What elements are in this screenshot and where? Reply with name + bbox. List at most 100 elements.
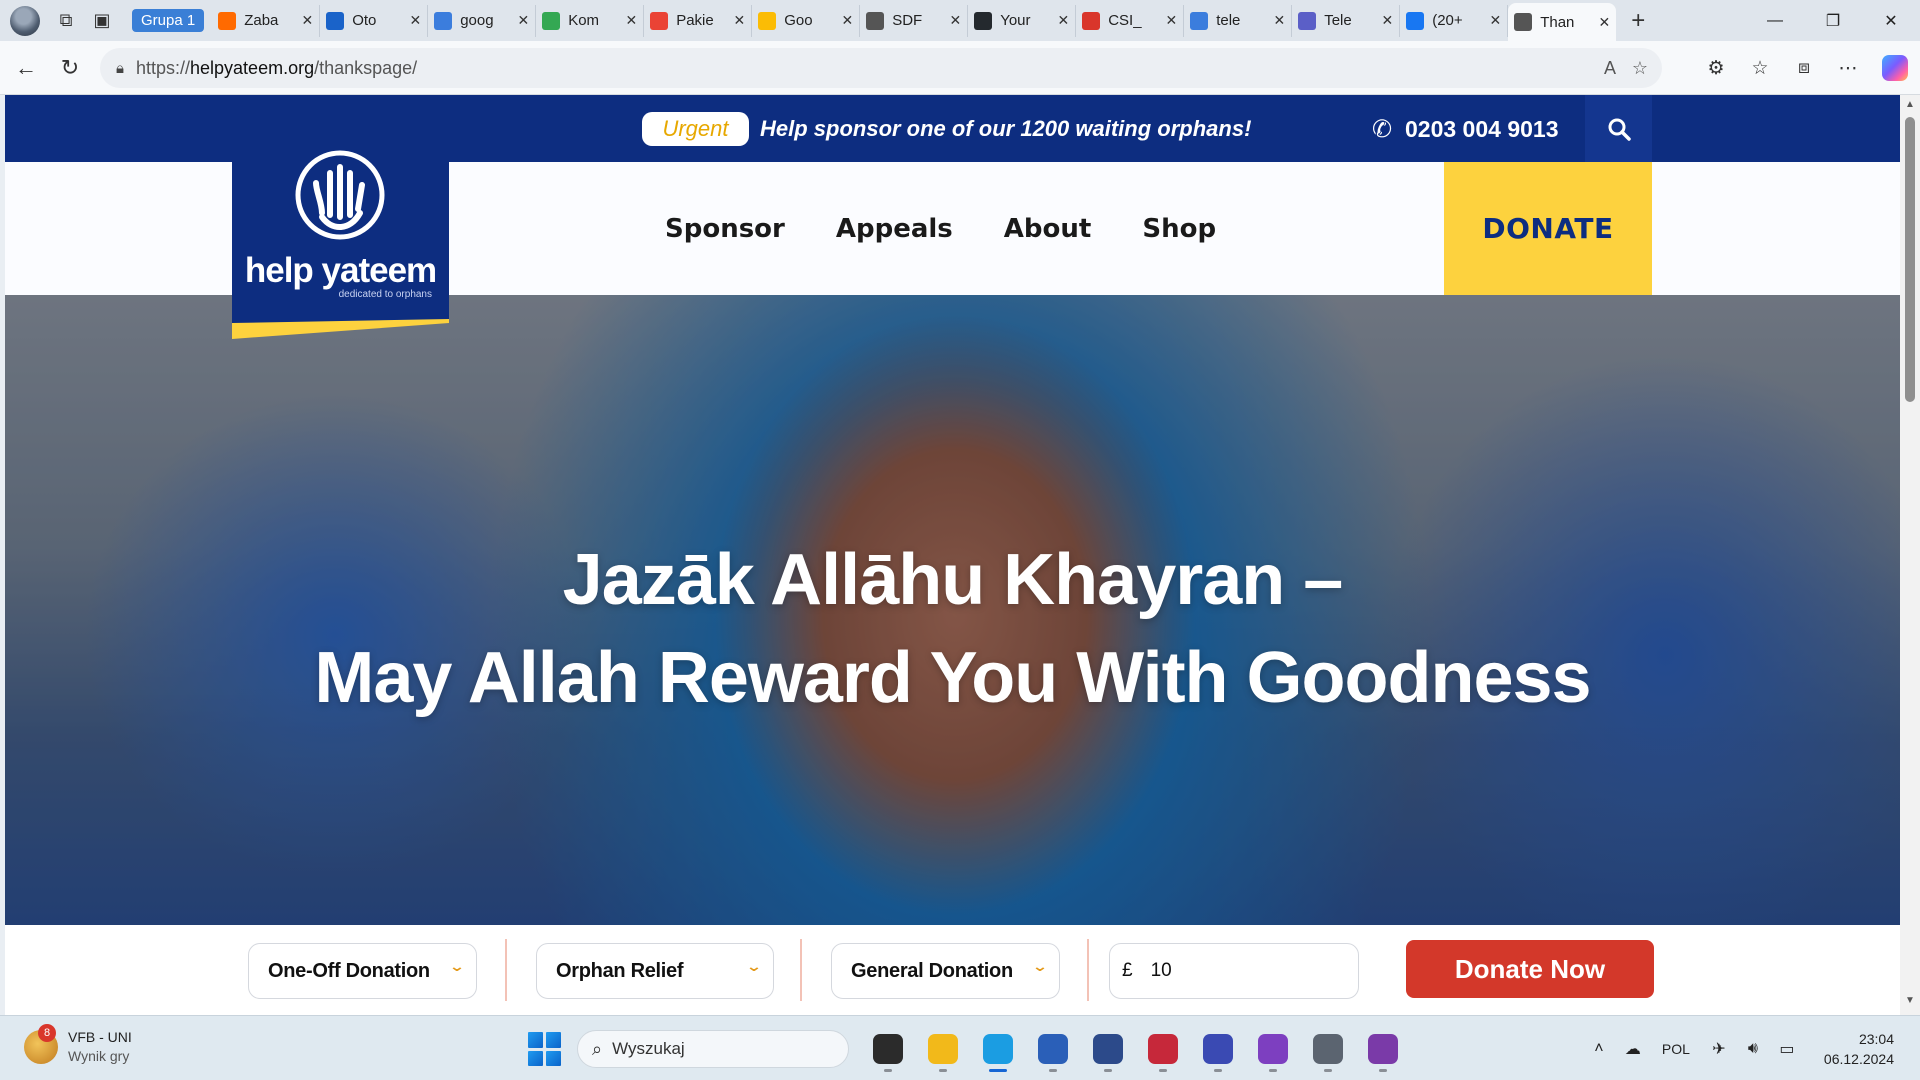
browser-tab[interactable]: Than ✕ xyxy=(1508,3,1617,41)
copilot-icon[interactable] xyxy=(1882,55,1908,81)
language-indicator[interactable]: POL xyxy=(1662,1041,1690,1057)
profile-avatar[interactable] xyxy=(10,5,40,36)
close-tab-icon[interactable]: ✕ xyxy=(517,12,529,29)
globe-icon xyxy=(1514,13,1533,31)
browser-tools: ⚙ ☆ ⧈ ⋯ xyxy=(1694,41,1920,95)
browser-tab[interactable]: (20+ ✕ xyxy=(1400,4,1509,37)
extensions-icon[interactable]: ⚙ xyxy=(1694,46,1738,90)
new-tab-button[interactable]: + xyxy=(1620,3,1656,39)
widgets-button[interactable]: 8 VFB - UNI Wynik gry xyxy=(24,1024,132,1066)
donation-type-select[interactable]: General Donation ⌄ xyxy=(831,943,1060,999)
running-indicator xyxy=(1214,1069,1222,1072)
widget-text: VFB - UNI Wynik gry xyxy=(68,1028,132,1066)
scroll-down-arrow-icon[interactable]: ▼ xyxy=(1900,995,1920,1011)
virtualbox-icon[interactable] xyxy=(1080,1026,1135,1072)
onedrive-cloud-icon[interactable]: ☁ xyxy=(1616,1032,1650,1066)
nav-sponsor[interactable]: Sponsor xyxy=(665,214,785,244)
tab-strip: Zaba ✕ Oto ✕ goog ✕ Kom ✕ Pakie ✕ Goo ✕ SDF ✕ Your ✕ CSI… xyxy=(212,0,1617,41)
file-explorer-icon[interactable] xyxy=(915,1026,970,1072)
favorites-icon[interactable]: ☆ xyxy=(1738,46,1782,90)
browser-tab[interactable]: Goo ✕ xyxy=(752,4,861,37)
close-tab-icon[interactable]: ✕ xyxy=(841,12,853,29)
nav-about[interactable]: About xyxy=(1004,214,1092,244)
donate-header-button[interactable]: DONATE xyxy=(1444,162,1652,295)
app-red-icon[interactable] xyxy=(1135,1026,1190,1072)
clock[interactable]: 23:04 06.12.2024 xyxy=(1824,1029,1894,1069)
divider xyxy=(800,939,802,1001)
refresh-icon[interactable]: ↻ xyxy=(48,46,92,90)
donate-now-button[interactable]: Donate Now xyxy=(1406,940,1654,998)
save-disk-icon[interactable] xyxy=(1190,1026,1245,1072)
phone-number[interactable]: 0203 004 9013 xyxy=(1405,112,1559,146)
collections-icon[interactable]: ⧈ xyxy=(1782,46,1826,90)
task-view-icon[interactable] xyxy=(860,1026,915,1072)
close-tab-icon[interactable]: ✕ xyxy=(1165,12,1177,29)
amount-value[interactable]: 10 xyxy=(1151,960,1172,982)
airplane-mode-icon[interactable]: ✈ xyxy=(1702,1032,1736,1066)
nav-shop[interactable]: Shop xyxy=(1142,214,1216,244)
close-tab-icon[interactable]: ✕ xyxy=(949,12,961,29)
minimize-button[interactable]: — xyxy=(1746,0,1804,41)
browser-tab[interactable]: Tele ✕ xyxy=(1292,4,1401,37)
close-tab-icon[interactable]: ✕ xyxy=(1381,12,1393,29)
clock-time: 23:04 xyxy=(1858,1030,1894,1047)
browser-tab[interactable]: Oto ✕ xyxy=(320,4,429,37)
browser-tab[interactable]: Your ✕ xyxy=(968,4,1077,37)
browser-tab[interactable]: goog ✕ xyxy=(428,4,537,37)
github-desktop-icon[interactable] xyxy=(1355,1026,1410,1072)
url-text[interactable]: https://helpyateem.org/thankspage/ xyxy=(136,58,417,79)
site-logo[interactable]: help yateem dedicated to orphans xyxy=(232,95,449,345)
scroll-up-arrow-icon[interactable]: ▲ xyxy=(1900,99,1920,115)
address-bar[interactable]: 🔒︎ https://helpyateem.org/thankspage/ A … xyxy=(100,48,1662,88)
browser-tab[interactable]: Zaba ✕ xyxy=(212,4,321,37)
lock-icon[interactable]: 🔒︎ xyxy=(116,60,124,77)
tab-group-label[interactable]: Grupa 1 xyxy=(132,9,205,32)
app-glyph xyxy=(1312,1034,1343,1064)
chevron-up-icon[interactable]: ˄ xyxy=(1582,1032,1616,1066)
site-search-button[interactable] xyxy=(1585,95,1652,162)
tab-actions-icon[interactable]: ▣ xyxy=(84,3,120,39)
donation-amount-field[interactable]: £ 10 xyxy=(1109,943,1359,999)
read-aloud-icon[interactable]: A xyxy=(1604,48,1616,88)
donation-frequency-select[interactable]: One-Off Donation ⌄ xyxy=(248,943,477,999)
scroll-thumb[interactable] xyxy=(1905,117,1915,402)
battery-icon[interactable]: ▭ xyxy=(1770,1032,1804,1066)
main-navigation: Sponsor Appeals About Shop xyxy=(665,162,1267,295)
browser-tab[interactable]: Kom ✕ xyxy=(536,4,645,37)
browser-tab[interactable]: CSI_ ✕ xyxy=(1076,4,1185,37)
system-tray: ˄ ☁ POL ✈ 🔊︎ ▭ 23:04 06.12.2024 xyxy=(1582,1016,1920,1080)
back-icon[interactable]: ← xyxy=(4,46,48,90)
taskbar-search[interactable]: ⌕ Wyszukaj xyxy=(577,1030,849,1068)
gk-icon xyxy=(326,11,345,30)
close-tab-icon[interactable]: ✕ xyxy=(625,12,637,29)
hero-title-line-2: May Allah Reward You With Goodness xyxy=(314,638,1591,718)
nav-appeals[interactable]: Appeals xyxy=(836,214,953,244)
browser-tab[interactable]: tele ✕ xyxy=(1184,4,1293,37)
divider xyxy=(505,939,507,1001)
close-tab-icon[interactable]: ✕ xyxy=(1273,12,1285,29)
close-tab-icon[interactable]: ✕ xyxy=(1489,12,1501,29)
more-menu-icon[interactable]: ⋯ xyxy=(1826,46,1870,90)
tor-icon[interactable] xyxy=(1245,1026,1300,1072)
urgent-badge[interactable]: Urgent xyxy=(642,112,749,146)
appeal-select[interactable]: Orphan Relief ⌄ xyxy=(536,943,774,999)
edge-icon[interactable] xyxy=(970,1026,1025,1072)
settings-icon[interactable] xyxy=(1300,1026,1355,1072)
browser-tab[interactable]: SDF ✕ xyxy=(860,4,969,37)
restore-button[interactable]: ❐ xyxy=(1804,0,1862,41)
start-button[interactable] xyxy=(528,1032,562,1066)
store-icon[interactable] xyxy=(1025,1026,1080,1072)
volume-icon[interactable]: 🔊︎ xyxy=(1736,1032,1770,1066)
workspaces-icon[interactable]: ⧉ xyxy=(48,3,84,39)
weather-sports-icon: 8 xyxy=(24,1024,58,1064)
urgent-message[interactable]: Help sponsor one of our 1200 waiting orp… xyxy=(760,112,1251,146)
favorite-star-icon[interactable]: ☆ xyxy=(1632,48,1648,88)
close-tab-icon[interactable]: ✕ xyxy=(301,12,313,29)
close-tab-icon[interactable]: ✕ xyxy=(409,12,421,29)
close-tab-icon[interactable]: ✕ xyxy=(1057,12,1069,29)
browser-tab[interactable]: Pakie ✕ xyxy=(644,4,753,37)
close-window-button[interactable]: ✕ xyxy=(1862,0,1920,41)
close-tab-icon[interactable]: ✕ xyxy=(733,12,745,29)
close-tab-icon[interactable]: ✕ xyxy=(1598,14,1610,31)
page-scrollbar[interactable]: ▲ ▼ xyxy=(1900,95,1920,1015)
